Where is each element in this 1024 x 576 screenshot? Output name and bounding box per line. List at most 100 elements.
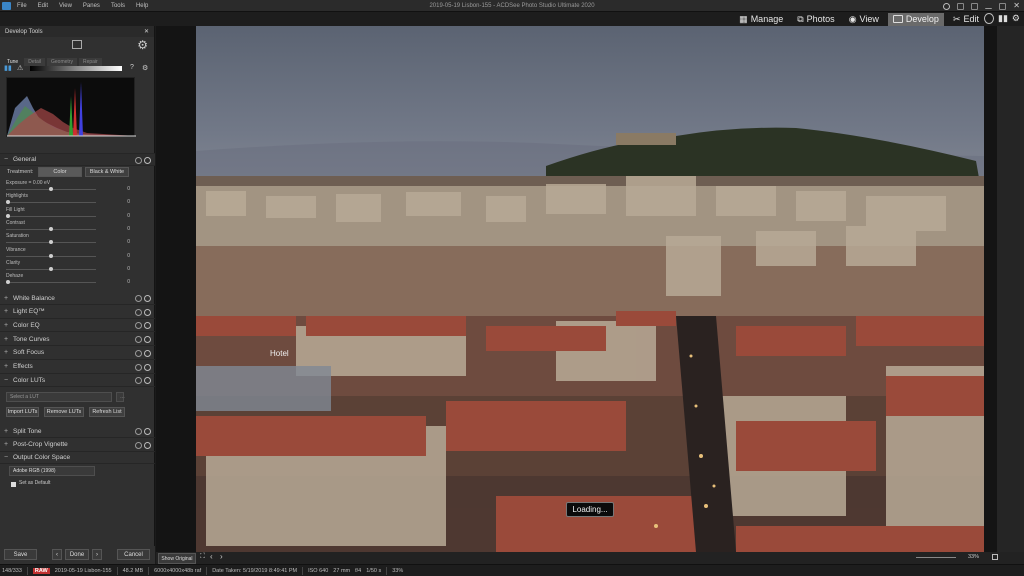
slider-3[interactable]: Contrast 0 [6, 220, 154, 234]
slider-5[interactable]: Vibrance 0 [6, 247, 154, 261]
mode-manage[interactable]: ▦ Manage [734, 13, 788, 26]
zoom-fit-icon[interactable] [992, 554, 998, 560]
slider-1[interactable]: Highlights 0 [5, 193, 154, 207]
slider-knob[interactable] [5, 280, 10, 285]
section-gear-icon[interactable] [135, 363, 142, 371]
cancel-button[interactable]: Cancel [117, 549, 150, 560]
menu-view[interactable]: View [59, 1, 72, 11]
slider-4[interactable]: Saturation 0 [6, 233, 154, 247]
section-color-eq[interactable]: + Color EQ [0, 319, 155, 333]
section-tone-curves[interactable]: + Tone Curves [0, 333, 155, 347]
section-toggle-icon[interactable] [144, 308, 151, 316]
slider-knob[interactable] [49, 253, 53, 258]
section-output-color-space[interactable]: − Output Color Space [0, 452, 155, 464]
mode-photos[interactable]: ⧉ Photos [792, 13, 839, 26]
section-toggle-icon[interactable] [144, 441, 151, 449]
close-icon[interactable]: ✕ [1013, 1, 1020, 11]
section-toggle-icon[interactable] [144, 322, 151, 330]
slider-knob[interactable] [5, 213, 10, 218]
window-mode-icon[interactable] [957, 2, 965, 10]
done-button[interactable]: Done [65, 549, 89, 560]
section-toggle-icon[interactable] [144, 295, 151, 302]
mode-develop[interactable]: Develop [887, 12, 944, 26]
color-space-select[interactable]: Adobe RGB (1998) [9, 466, 95, 476]
account-icon[interactable] [943, 2, 951, 10]
dashboard-icon[interactable]: ▮▮ [998, 13, 1008, 24]
section-effects[interactable]: + Effects [0, 361, 155, 374]
menu-help[interactable]: Help [136, 1, 148, 11]
mode-edit[interactable]: ✂ Edit [948, 13, 984, 26]
slider-track[interactable] [6, 282, 96, 284]
slider-knob[interactable] [49, 240, 53, 245]
mode-view[interactable]: ◉ View [844, 13, 884, 26]
slider-knob[interactable] [49, 266, 53, 271]
import-luts-button[interactable]: Import LUTs [6, 407, 39, 417]
menu-tools[interactable]: Tools [111, 1, 125, 11]
section-toggle-icon[interactable] [144, 377, 151, 385]
section-gear-icon[interactable] [135, 157, 142, 164]
histogram-settings-icon[interactable]: ⚙ [142, 64, 148, 72]
section-gear-icon[interactable] [135, 349, 142, 357]
fit-icon[interactable]: ⛶ [200, 553, 205, 561]
save-button[interactable]: Save [4, 549, 37, 560]
layout-icon[interactable] [971, 2, 979, 10]
slider-track[interactable] [6, 215, 96, 217]
slider-knob[interactable] [49, 226, 53, 231]
section-color-luts[interactable]: − Color LUTs [0, 374, 155, 388]
zoom-slider[interactable] [916, 557, 956, 558]
slider-2[interactable]: Fill Light 0 [5, 207, 154, 221]
lut-select[interactable]: Select a LUT [6, 392, 112, 402]
section-gear-icon[interactable] [135, 441, 142, 449]
section-toggle-icon[interactable] [144, 363, 151, 371]
section-toggle-icon[interactable] [144, 428, 151, 435]
section-gear-icon[interactable] [135, 336, 142, 344]
slider-knob[interactable] [49, 187, 53, 191]
black-white-button[interactable]: Black & White [85, 167, 129, 177]
section-gear-icon[interactable] [135, 377, 142, 385]
section-gear-icon[interactable] [135, 428, 142, 435]
section-toggle-icon[interactable] [144, 157, 151, 164]
image-viewer[interactable]: Hotel Loading... [156, 26, 997, 552]
crop-focus-icon[interactable] [72, 40, 82, 49]
slider-track[interactable] [6, 202, 96, 204]
menu-panes[interactable]: Panes [83, 1, 100, 11]
slider-knob[interactable] [5, 200, 10, 205]
help-icon[interactable]: ? [130, 64, 134, 71]
lut-more-button[interactable]: … [116, 392, 125, 402]
photo[interactable]: Hotel [196, 26, 984, 552]
section-general[interactable]: − General [0, 153, 155, 166]
menu-edit[interactable]: Edit [38, 1, 48, 11]
section-light-eq[interactable]: + Light EQ™ [0, 306, 155, 319]
section-post-crop-vignette[interactable]: + Post-Crop Vignette [0, 439, 155, 452]
prev-image-icon[interactable]: ‹ [210, 552, 213, 561]
slider-6[interactable]: Clarity 0 [6, 260, 154, 274]
show-original-button[interactable]: Show Original [158, 553, 196, 564]
remove-luts-button[interactable]: Remove LUTs [44, 407, 84, 417]
panel-close-icon[interactable]: ✕ [144, 28, 149, 35]
next-image-icon[interactable]: › [220, 552, 223, 561]
menu-file[interactable]: File [17, 1, 27, 11]
section-white-balance[interactable]: + White Balance [0, 292, 155, 305]
365-icon[interactable] [984, 13, 995, 24]
slider-7[interactable]: Dehaze 0 [5, 273, 154, 287]
section-soft-focus[interactable]: + Soft Focus [0, 347, 155, 360]
warning-icon[interactable]: ⚠ [17, 64, 23, 72]
section-gear-icon[interactable] [135, 308, 142, 316]
settings-icon[interactable]: ⚙ [1012, 13, 1020, 24]
color-button[interactable]: Color [38, 167, 82, 177]
section-split-tone[interactable]: + Split Tone [0, 425, 155, 438]
histogram-icon[interactable]: ▮▮ [4, 64, 12, 72]
next-button[interactable]: › [92, 549, 102, 560]
gear-icon[interactable]: ⚙ [137, 38, 148, 52]
refresh-list-button[interactable]: Refresh List [89, 407, 125, 417]
minimize-icon[interactable] [985, 4, 993, 9]
section-toggle-icon[interactable] [144, 336, 151, 344]
maximize-icon[interactable] [999, 2, 1007, 10]
section-gear-icon[interactable] [135, 322, 142, 330]
panel-footer: Save ‹ Done › Cancel [0, 546, 155, 564]
section-toggle-icon[interactable] [144, 349, 151, 357]
slider-0[interactable]: Exposure = 0.00 eV 0 [6, 180, 154, 194]
prev-button[interactable]: ‹ [52, 549, 62, 560]
section-gear-icon[interactable] [135, 295, 142, 302]
set-default-checkbox[interactable] [11, 482, 16, 487]
